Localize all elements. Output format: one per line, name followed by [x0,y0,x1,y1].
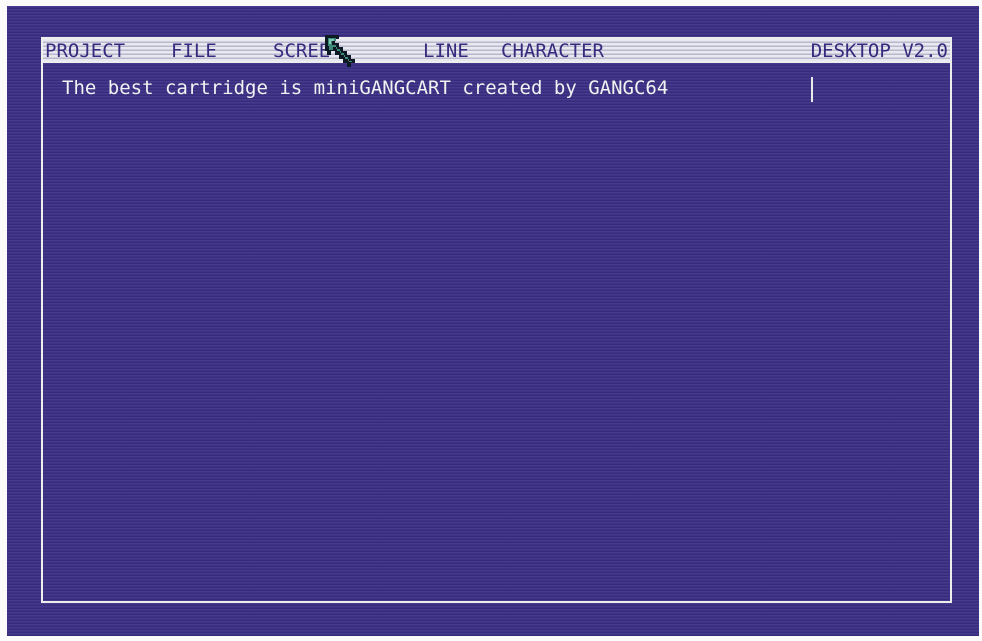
arrow-pointer-icon [325,35,355,67]
menu-character[interactable]: CHARACTER [501,39,604,62]
desktop-window: PROJECT FILE SCREE LINE CHARACTER DESKTO… [41,37,952,603]
menu-project[interactable]: PROJECT [45,39,125,62]
menu-file[interactable]: FILE [171,39,217,62]
document-text[interactable]: The best cartridge is miniGANGCART creat… [62,77,668,99]
menu-line[interactable]: LINE [423,39,469,62]
menu-screen[interactable]: SCREE [273,39,330,62]
c64-screen: PROJECT FILE SCREE LINE CHARACTER DESKTO… [7,6,979,636]
document-area[interactable]: The best cartridge is miniGANGCART creat… [41,63,952,603]
desktop-version-label: DESKTOP V2.0 [810,40,948,62]
menu-bar: PROJECT FILE SCREE LINE CHARACTER DESKTO… [41,37,952,63]
text-cursor [811,77,813,102]
